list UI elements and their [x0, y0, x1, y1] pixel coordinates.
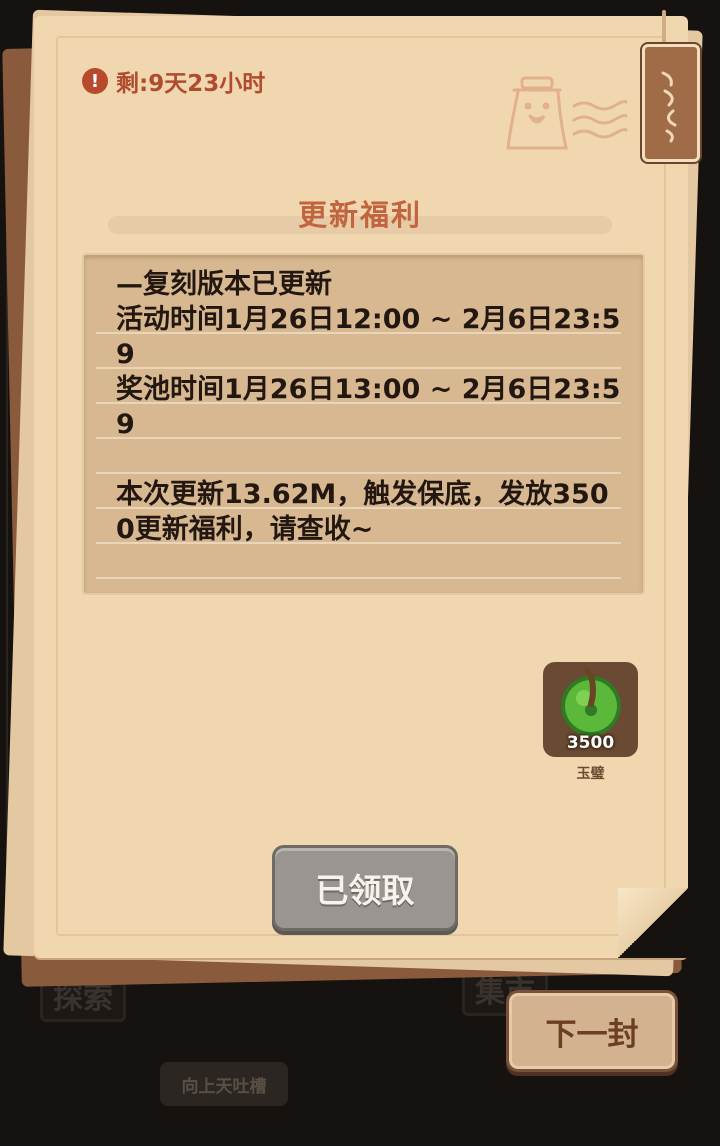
tag-rune-icon [661, 71, 677, 143]
letter-title: 更新福利 [297, 198, 422, 232]
jade-disc-icon [561, 667, 621, 736]
reward-name: 玉璧 [576, 766, 605, 782]
expiry-timer: ! 剩:9天23小时 [82, 64, 265, 98]
letter-content-box: —复刻版本已更新 活动时间1月26日12:00 ~ 2月6日23:59 奖池时间… [82, 253, 645, 595]
duck-stamp-icon [506, 76, 628, 150]
letter-tag[interactable] [642, 44, 700, 162]
letter-body: —复刻版本已更新 活动时间1月26日12:00 ~ 2月6日23:59 奖池时间… [116, 269, 621, 545]
bg-sign: 向上天吐槽 [160, 1062, 288, 1106]
reward-count: 3500 [566, 733, 615, 753]
reward-item[interactable]: 3500 玉璧 [543, 662, 638, 783]
next-letter-button[interactable]: 下一封 [506, 990, 678, 1072]
alert-icon: ! [82, 68, 108, 94]
claimed-button[interactable]: 已领取 [272, 845, 458, 931]
timer-text: 剩:9天23小时 [116, 71, 266, 97]
reward-tile: 3500 [543, 662, 638, 757]
page-fold [618, 888, 688, 958]
